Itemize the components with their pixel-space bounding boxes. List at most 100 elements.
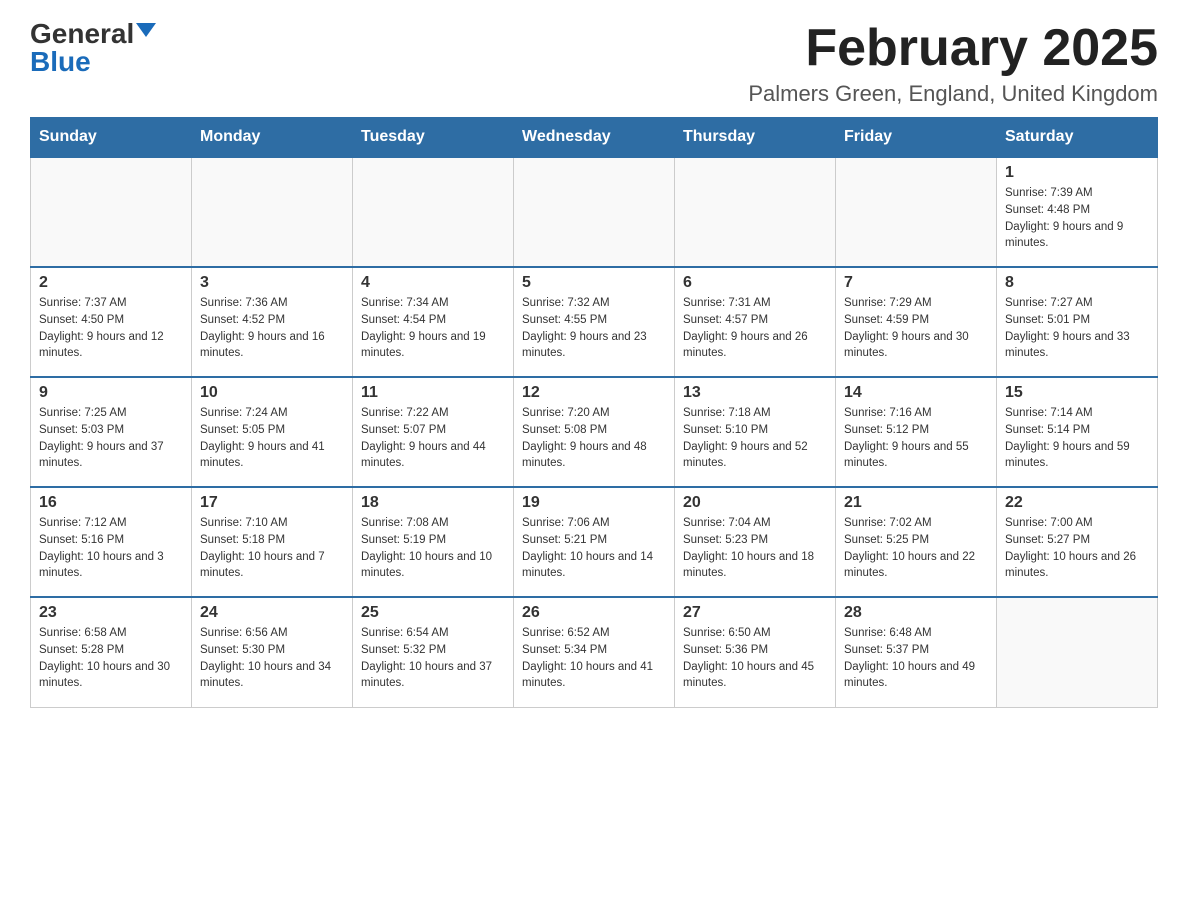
day-number: 21	[844, 494, 988, 512]
calendar-header-row: SundayMondayTuesdayWednesdayThursdayFrid…	[31, 118, 1158, 158]
day-info: Sunrise: 6:48 AM Sunset: 5:37 PM Dayligh…	[844, 625, 988, 692]
day-number: 8	[1005, 274, 1149, 292]
title-block: February 2025 Palmers Green, England, Un…	[748, 20, 1158, 107]
calendar-cell: 13 Sunrise: 7:18 AM Sunset: 5:10 PM Dayli…	[675, 377, 836, 487]
day-info: Sunrise: 7:20 AM Sunset: 5:08 PM Dayligh…	[522, 405, 666, 472]
day-info: Sunrise: 7:22 AM Sunset: 5:07 PM Dayligh…	[361, 405, 505, 472]
day-info: Sunrise: 7:18 AM Sunset: 5:10 PM Dayligh…	[683, 405, 827, 472]
day-number: 28	[844, 604, 988, 622]
location-title: Palmers Green, England, United Kingdom	[748, 81, 1158, 107]
day-info: Sunrise: 7:32 AM Sunset: 4:55 PM Dayligh…	[522, 295, 666, 362]
calendar-cell: 15 Sunrise: 7:14 AM Sunset: 5:14 PM Dayli…	[997, 377, 1158, 487]
calendar-cell: 5 Sunrise: 7:32 AM Sunset: 4:55 PM Daylig…	[514, 267, 675, 377]
calendar-week-row: 23Sunrise: 6:58 AM Sunset: 5:28 PM Dayli…	[31, 597, 1158, 707]
calendar-cell	[514, 157, 675, 267]
calendar-cell: 25Sunrise: 6:54 AM Sunset: 5:32 PM Dayli…	[353, 597, 514, 707]
day-number: 6	[683, 274, 827, 292]
day-info: Sunrise: 7:27 AM Sunset: 5:01 PM Dayligh…	[1005, 295, 1149, 362]
day-info: Sunrise: 7:39 AM Sunset: 4:48 PM Dayligh…	[1005, 185, 1149, 252]
calendar-cell: 12 Sunrise: 7:20 AM Sunset: 5:08 PM Dayli…	[514, 377, 675, 487]
day-number: 11	[361, 384, 505, 402]
calendar-table: SundayMondayTuesdayWednesdayThursdayFrid…	[30, 117, 1158, 708]
calendar-header-friday: Friday	[836, 118, 997, 158]
day-number: 12	[522, 384, 666, 402]
day-number: 26	[522, 604, 666, 622]
page-header: General Blue February 2025 Palmers Green…	[30, 20, 1158, 107]
day-info: Sunrise: 7:25 AM Sunset: 5:03 PM Dayligh…	[39, 405, 183, 472]
calendar-cell: 3 Sunrise: 7:36 AM Sunset: 4:52 PM Daylig…	[192, 267, 353, 377]
day-number: 2	[39, 274, 183, 292]
day-info: Sunrise: 7:02 AM Sunset: 5:25 PM Dayligh…	[844, 515, 988, 582]
calendar-header-sunday: Sunday	[31, 118, 192, 158]
day-number: 14	[844, 384, 988, 402]
day-number: 20	[683, 494, 827, 512]
calendar-cell: 7 Sunrise: 7:29 AM Sunset: 4:59 PM Daylig…	[836, 267, 997, 377]
day-number: 5	[522, 274, 666, 292]
day-info: Sunrise: 7:16 AM Sunset: 5:12 PM Dayligh…	[844, 405, 988, 472]
logo-general-text: General	[30, 20, 134, 48]
day-number: 22	[1005, 494, 1149, 512]
calendar-cell: 27 Sunrise: 6:50 AM Sunset: 5:36 PM Dayli…	[675, 597, 836, 707]
day-info: Sunrise: 7:36 AM Sunset: 4:52 PM Dayligh…	[200, 295, 344, 362]
calendar-cell: 11 Sunrise: 7:22 AM Sunset: 5:07 PM Dayli…	[353, 377, 514, 487]
day-info: Sunrise: 6:56 AM Sunset: 5:30 PM Dayligh…	[200, 625, 344, 692]
calendar-cell: 20 Sunrise: 7:04 AM Sunset: 5:23 PM Dayli…	[675, 487, 836, 597]
day-info: Sunrise: 6:52 AM Sunset: 5:34 PM Dayligh…	[522, 625, 666, 692]
calendar-cell: 26 Sunrise: 6:52 AM Sunset: 5:34 PM Dayli…	[514, 597, 675, 707]
day-info: Sunrise: 6:50 AM Sunset: 5:36 PM Dayligh…	[683, 625, 827, 692]
day-info: Sunrise: 7:06 AM Sunset: 5:21 PM Dayligh…	[522, 515, 666, 582]
day-number: 1	[1005, 164, 1149, 182]
day-number: 19	[522, 494, 666, 512]
calendar-cell: 24 Sunrise: 6:56 AM Sunset: 5:30 PM Dayli…	[192, 597, 353, 707]
day-number: 16	[39, 494, 183, 512]
day-number: 4	[361, 274, 505, 292]
calendar-cell	[353, 157, 514, 267]
day-number: 18	[361, 494, 505, 512]
day-number: 3	[200, 274, 344, 292]
calendar-cell: 6Sunrise: 7:31 AM Sunset: 4:57 PM Daylig…	[675, 267, 836, 377]
calendar-cell: 10 Sunrise: 7:24 AM Sunset: 5:05 PM Dayli…	[192, 377, 353, 487]
day-info: Sunrise: 7:37 AM Sunset: 4:50 PM Dayligh…	[39, 295, 183, 362]
calendar-cell	[192, 157, 353, 267]
calendar-header-monday: Monday	[192, 118, 353, 158]
calendar-cell: 21 Sunrise: 7:02 AM Sunset: 5:25 PM Dayli…	[836, 487, 997, 597]
calendar-cell: 23Sunrise: 6:58 AM Sunset: 5:28 PM Dayli…	[31, 597, 192, 707]
calendar-cell	[675, 157, 836, 267]
calendar-header-tuesday: Tuesday	[353, 118, 514, 158]
month-title: February 2025	[748, 20, 1158, 77]
day-number: 10	[200, 384, 344, 402]
day-number: 23	[39, 604, 183, 622]
calendar-cell: 18 Sunrise: 7:08 AM Sunset: 5:19 PM Dayli…	[353, 487, 514, 597]
calendar-cell: 28 Sunrise: 6:48 AM Sunset: 5:37 PM Dayli…	[836, 597, 997, 707]
calendar-header-thursday: Thursday	[675, 118, 836, 158]
day-info: Sunrise: 7:24 AM Sunset: 5:05 PM Dayligh…	[200, 405, 344, 472]
calendar-header-wednesday: Wednesday	[514, 118, 675, 158]
day-info: Sunrise: 7:12 AM Sunset: 5:16 PM Dayligh…	[39, 515, 183, 582]
day-number: 13	[683, 384, 827, 402]
calendar-cell: 19 Sunrise: 7:06 AM Sunset: 5:21 PM Dayli…	[514, 487, 675, 597]
calendar-cell: 14 Sunrise: 7:16 AM Sunset: 5:12 PM Dayli…	[836, 377, 997, 487]
day-info: Sunrise: 7:14 AM Sunset: 5:14 PM Dayligh…	[1005, 405, 1149, 472]
day-number: 17	[200, 494, 344, 512]
day-number: 24	[200, 604, 344, 622]
calendar-cell: 9 Sunrise: 7:25 AM Sunset: 5:03 PM Daylig…	[31, 377, 192, 487]
calendar-cell	[997, 597, 1158, 707]
day-number: 9	[39, 384, 183, 402]
day-number: 15	[1005, 384, 1149, 402]
day-info: Sunrise: 7:04 AM Sunset: 5:23 PM Dayligh…	[683, 515, 827, 582]
calendar-cell: 1 Sunrise: 7:39 AM Sunset: 4:48 PM Daylig…	[997, 157, 1158, 267]
calendar-week-row: 9 Sunrise: 7:25 AM Sunset: 5:03 PM Daylig…	[31, 377, 1158, 487]
day-info: Sunrise: 7:29 AM Sunset: 4:59 PM Dayligh…	[844, 295, 988, 362]
calendar-cell	[836, 157, 997, 267]
calendar-cell: 16 Sunrise: 7:12 AM Sunset: 5:16 PM Dayli…	[31, 487, 192, 597]
calendar-header-saturday: Saturday	[997, 118, 1158, 158]
day-info: Sunrise: 7:34 AM Sunset: 4:54 PM Dayligh…	[361, 295, 505, 362]
day-info: Sunrise: 7:00 AM Sunset: 5:27 PM Dayligh…	[1005, 515, 1149, 582]
day-number: 27	[683, 604, 827, 622]
logo: General Blue	[30, 20, 156, 76]
logo-blue-text: Blue	[30, 48, 91, 76]
day-info: Sunrise: 6:54 AM Sunset: 5:32 PM Dayligh…	[361, 625, 505, 692]
calendar-cell: 17Sunrise: 7:10 AM Sunset: 5:18 PM Dayli…	[192, 487, 353, 597]
day-number: 7	[844, 274, 988, 292]
day-info: Sunrise: 7:08 AM Sunset: 5:19 PM Dayligh…	[361, 515, 505, 582]
